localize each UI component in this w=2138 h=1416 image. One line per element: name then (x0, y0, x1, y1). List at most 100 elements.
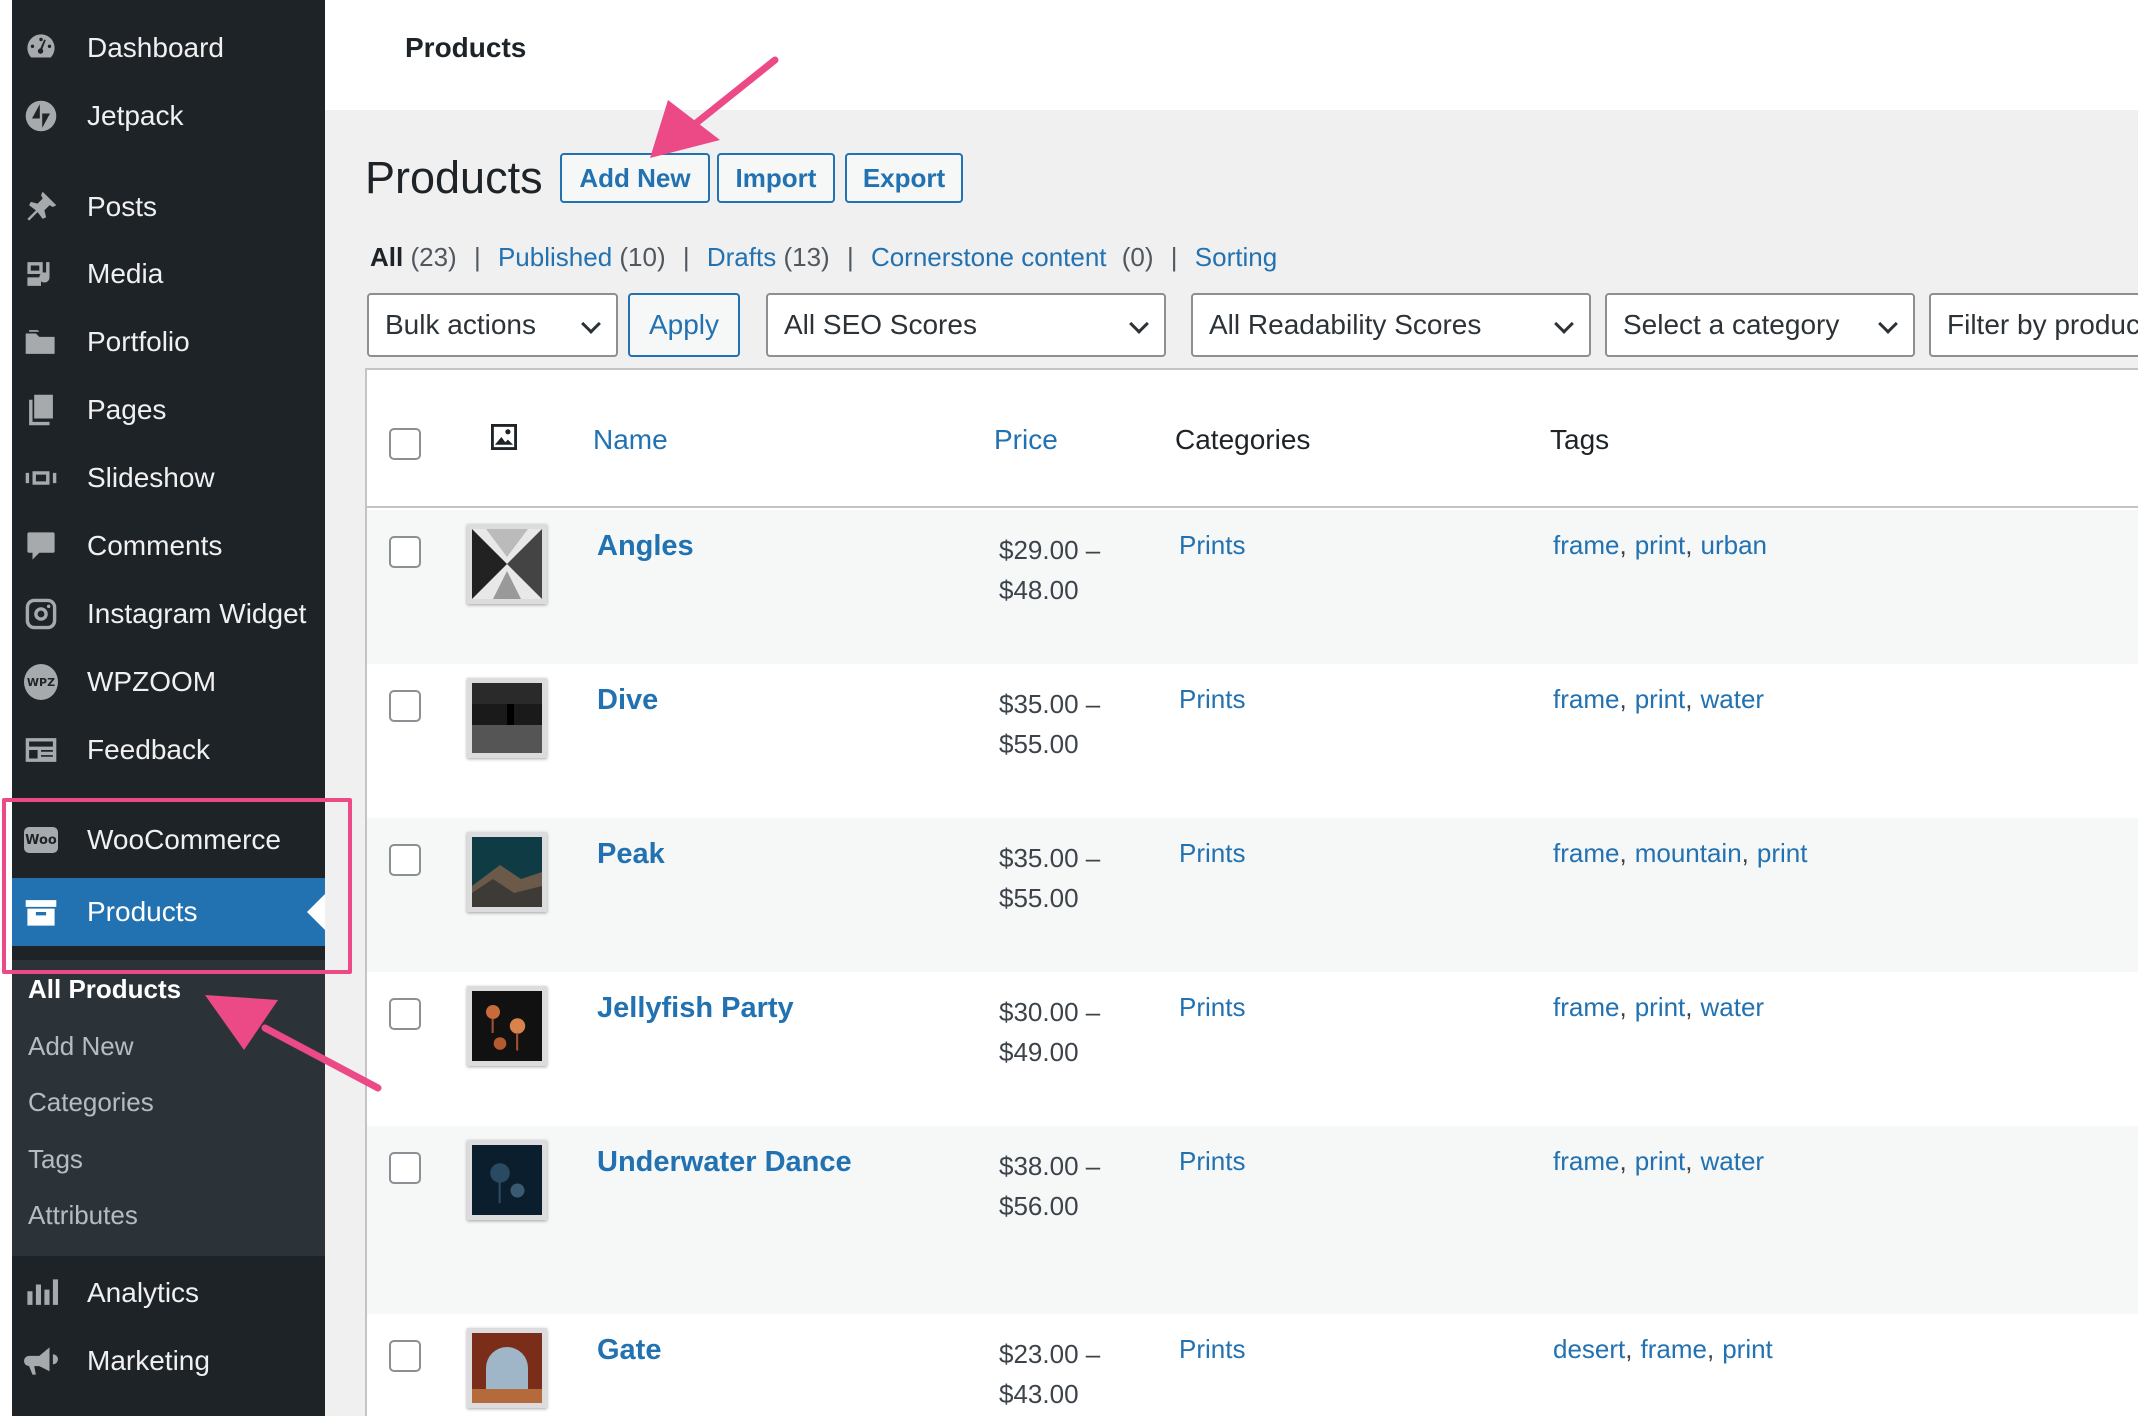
row-checkbox[interactable] (389, 690, 421, 722)
category-link[interactable]: Prints (1179, 684, 1245, 715)
wpzoom-badge: WPZ (24, 664, 58, 700)
tag-link[interactable]: print (1757, 838, 1808, 868)
category-filter[interactable]: Select a category (1605, 293, 1915, 357)
tag-link[interactable]: print (1635, 992, 1686, 1022)
product-image (472, 529, 542, 599)
column-price[interactable]: Price (994, 424, 1058, 456)
tag-link[interactable]: water (1701, 684, 1765, 714)
add-new-button[interactable]: Add New (560, 153, 710, 203)
comment-icon (24, 529, 58, 563)
row-checkbox[interactable] (389, 1152, 421, 1184)
product-thumbnail[interactable] (467, 986, 547, 1066)
table-row: Jellyfish Party $30.00 – $49.00 Prints f… (367, 972, 2138, 1126)
slideshow-icon (24, 461, 58, 495)
menu-label: WPZOOM (87, 666, 217, 697)
tag-link[interactable]: desert (1553, 1334, 1625, 1364)
product-name-link[interactable]: Gate (597, 1334, 661, 1367)
menu-marketing[interactable]: Marketing (12, 1327, 325, 1395)
price-to: $56.00 (999, 1191, 1079, 1221)
view-drafts[interactable]: Drafts (707, 242, 776, 272)
product-price: $29.00 – $48.00 (999, 530, 1100, 610)
product-thumbnail[interactable] (467, 832, 547, 912)
product-thumbnail[interactable] (467, 1328, 547, 1408)
tag-link[interactable]: frame (1553, 684, 1619, 714)
tag-link[interactable]: mountain (1635, 838, 1742, 868)
menu-posts[interactable]: Posts (12, 173, 325, 241)
product-thumbnail[interactable] (467, 524, 547, 604)
submenu-tags[interactable]: Tags (28, 1144, 83, 1175)
bulk-actions-select[interactable]: Bulk actions (367, 293, 618, 357)
column-tags: Tags (1550, 424, 1610, 455)
menu-portfolio[interactable]: Portfolio (12, 308, 325, 376)
tag-link[interactable]: print (1722, 1334, 1773, 1364)
category-link[interactable]: Prints (1179, 1334, 1245, 1365)
export-button[interactable]: Export (845, 153, 963, 203)
feedback-icon (24, 733, 58, 767)
price-from: $29.00 – (999, 535, 1101, 565)
product-thumbnail[interactable] (467, 678, 547, 758)
product-name-link[interactable]: Dive (597, 684, 658, 717)
table-row: Peak $35.00 – $55.00 Prints frame, mounta… (367, 818, 2138, 972)
tag-link[interactable]: print (1635, 530, 1686, 560)
menu-feedback[interactable]: Feedback (12, 716, 325, 784)
apply-button[interactable]: Apply (628, 293, 740, 357)
tag-link[interactable]: frame (1641, 1334, 1707, 1364)
submenu-all-products[interactable]: All Products (28, 974, 181, 1005)
product-name-link[interactable]: Peak (597, 838, 665, 871)
import-button[interactable]: Import (717, 153, 835, 203)
chevron-down-icon (1129, 314, 1149, 334)
product-type-filter[interactable]: Filter by product type (1929, 293, 2138, 357)
tag-link[interactable]: water (1701, 992, 1765, 1022)
row-checkbox[interactable] (389, 536, 421, 568)
menu-slideshow[interactable]: Slideshow (12, 444, 325, 512)
tag-link[interactable]: water (1701, 1146, 1765, 1176)
view-published[interactable]: Published (498, 242, 612, 272)
view-all[interactable]: All (370, 242, 403, 272)
product-name-link[interactable]: Angles (597, 530, 694, 563)
view-cornerstone[interactable]: Cornerstone content (871, 242, 1107, 272)
select-value: Filter by product type (1947, 309, 2138, 340)
menu-comments[interactable]: Comments (12, 512, 325, 580)
top-bar: Products (325, 0, 2138, 110)
submenu-attributes[interactable]: Attributes (28, 1200, 138, 1231)
tag-link[interactable]: frame (1553, 530, 1619, 560)
row-checkbox[interactable] (389, 844, 421, 876)
select-all-checkbox[interactable] (389, 428, 421, 460)
readability-filter[interactable]: All Readability Scores (1191, 293, 1591, 357)
tag-link[interactable]: print (1635, 1146, 1686, 1176)
menu-pages[interactable]: Pages (12, 376, 325, 444)
tag-link[interactable]: urban (1701, 530, 1768, 560)
row-checkbox[interactable] (389, 1340, 421, 1372)
price-from: $38.00 – (999, 1151, 1101, 1181)
product-thumbnail[interactable] (467, 1140, 547, 1220)
menu-analytics[interactable]: Analytics (12, 1259, 325, 1327)
menu-label: Pages (87, 394, 167, 425)
category-link[interactable]: Prints (1179, 1146, 1245, 1177)
tag-link[interactable]: frame (1553, 838, 1619, 868)
column-name[interactable]: Name (593, 424, 668, 456)
menu-label: Posts (87, 191, 158, 222)
menu-media[interactable]: Media (12, 240, 325, 308)
tag-link[interactable]: frame (1553, 1146, 1619, 1176)
menu-jetpack[interactable]: Jetpack (12, 82, 325, 150)
menu-instagram-widget[interactable]: Instagram Widget (12, 580, 325, 648)
category-link[interactable]: Prints (1179, 838, 1245, 869)
submenu-categories[interactable]: Categories (28, 1087, 154, 1118)
row-checkbox[interactable] (389, 998, 421, 1030)
menu-label: Dashboard (87, 32, 224, 63)
menu-dashboard[interactable]: Dashboard (12, 14, 325, 82)
menu-wpzoom[interactable]: WPZ WPZOOM (12, 648, 325, 716)
category-link[interactable]: Prints (1179, 992, 1245, 1023)
submenu-add-new[interactable]: Add New (28, 1031, 134, 1062)
menu-label: Instagram Widget (87, 598, 307, 629)
view-sorting[interactable]: Sorting (1195, 242, 1277, 272)
product-image (472, 1333, 542, 1403)
tag-link[interactable]: frame (1553, 992, 1619, 1022)
product-name-link[interactable]: Jellyfish Party (597, 992, 794, 1025)
category-link[interactable]: Prints (1179, 530, 1245, 561)
tag-link[interactable]: print (1635, 684, 1686, 714)
product-price: $38.00 – $56.00 (999, 1146, 1100, 1226)
pin-icon (24, 190, 58, 224)
seo-score-filter[interactable]: All SEO Scores (766, 293, 1166, 357)
product-name-link[interactable]: Underwater Dance (597, 1146, 852, 1179)
